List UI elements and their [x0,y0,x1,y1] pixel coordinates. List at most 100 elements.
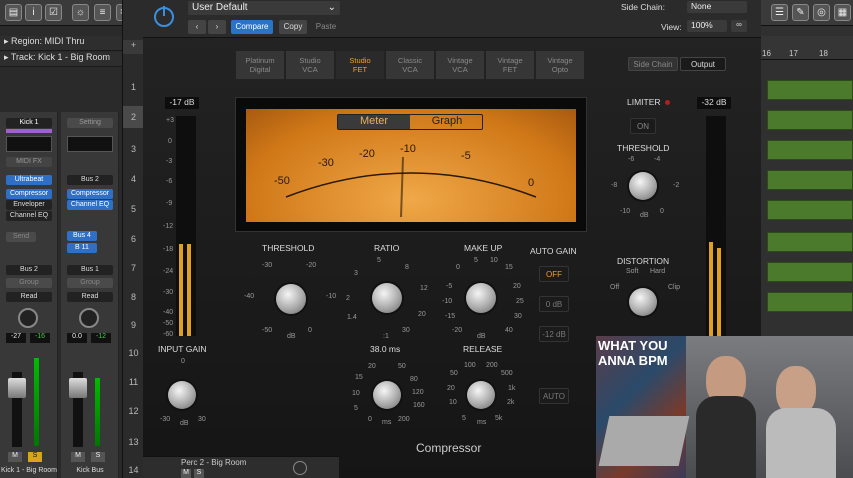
compare-button[interactable]: Compare [231,20,273,34]
threshold-knob[interactable] [276,284,306,314]
input-slot[interactable]: Bus 2 [67,175,113,185]
model-classic-vca[interactable]: Classic VCA [385,50,435,80]
automation-slot[interactable]: Read [67,292,113,302]
track-number[interactable]: 9 [123,320,144,330]
insert-compressor[interactable]: Compressor [67,189,113,199]
insert-channel-eq[interactable]: Channel EQ [67,200,113,210]
send-slot[interactable]: Send [6,232,36,242]
pan-knob[interactable] [79,308,99,328]
list-icon[interactable]: ☰ [771,4,788,21]
model-studio-fet[interactable]: Studio FET [335,50,385,80]
loop-browser-icon[interactable]: ◎ [813,4,830,21]
limiter-threshold-knob[interactable] [629,172,657,200]
region-block[interactable] [767,140,853,160]
power-icon[interactable] [151,3,177,29]
model-vintage-fet[interactable]: Vintage FET [485,50,535,80]
region-block[interactable] [767,200,853,220]
track-row[interactable]: ▸ Track: Kick 1 - Big Room [0,52,122,67]
eq-thumbnail[interactable] [67,136,113,152]
strip-setting[interactable]: Setting [67,118,113,128]
paste-button[interactable]: Paste [311,20,341,34]
copy-button[interactable]: Copy [279,20,307,34]
plus-icon[interactable]: + [123,40,144,54]
auto-gain-minus12[interactable]: -12 dB [539,326,569,342]
insert-channel-eq[interactable]: Channel EQ [6,211,52,221]
track-number[interactable]: 8 [123,292,144,302]
link-icon[interactable]: ∞ [731,20,747,32]
pan-knob[interactable] [18,308,38,328]
output-meter [706,116,726,336]
auto-release-button[interactable]: AUTO [539,388,569,404]
side-chain-menu[interactable]: None [687,1,747,13]
track-number[interactable]: 14 [123,465,144,475]
track-number[interactable]: 7 [123,263,144,273]
input-gain-knob[interactable] [168,381,196,409]
notepad-icon[interactable]: ✎ [792,4,809,21]
strip-name[interactable]: Kick 1 [6,118,52,128]
makeup-knob[interactable] [466,283,496,313]
distortion-knob[interactable] [629,288,657,316]
limiter-on-button[interactable]: ON [630,118,656,134]
view-menu[interactable]: 100% [687,20,727,32]
eq-thumbnail[interactable] [6,136,52,152]
library-icon[interactable]: ▤ [5,4,22,21]
track-number[interactable]: 3 [123,144,144,154]
volume-fader[interactable] [8,378,26,398]
track-number[interactable]: 2 [123,106,144,128]
region-block[interactable] [767,110,853,130]
model-vintage-vca[interactable]: Vintage VCA [435,50,485,80]
inspector-icon[interactable]: ☑ [45,4,62,21]
preset-menu[interactable]: User Default ⌄ [188,1,340,15]
instrument-slot[interactable]: Ultrabeat [6,175,52,185]
track-number[interactable]: 5 [123,204,144,214]
bottom-solo-button[interactable]: S [194,469,204,478]
solo-button[interactable]: S [91,452,105,462]
solo-button[interactable]: S [28,452,42,462]
midi-fx-slot[interactable]: MIDI FX [6,157,52,167]
automation-slot[interactable]: Read [6,292,52,302]
send-bus-4[interactable]: Bus 4 [67,231,97,241]
bottom-mute-button[interactable]: M [181,469,191,478]
auto-gain-off[interactable]: OFF [539,266,569,282]
track-number[interactable]: 6 [123,234,144,244]
model-platinum-digital[interactable]: Platinum Digital [235,50,285,80]
send-b-11[interactable]: B 11 [67,243,97,253]
track-number[interactable]: 1 [123,82,144,92]
model-studio-vca[interactable]: Studio VCA [285,50,335,80]
ratio-knob[interactable] [372,283,402,313]
insert-compressor[interactable]: Compressor [6,189,52,199]
region-block[interactable] [767,170,853,190]
region-block[interactable] [767,292,853,312]
model-vintage-opto[interactable]: Vintage Opto [535,50,585,80]
ruler[interactable]: 16 17 18 [761,36,853,60]
volume-fader[interactable] [69,378,87,398]
track-number[interactable]: 4 [123,174,144,184]
region-block[interactable] [767,262,853,282]
track-number[interactable]: 12 [123,406,144,416]
attack-knob[interactable] [373,381,401,409]
info-icon[interactable]: i [25,4,42,21]
insert-enveloper[interactable]: Enveloper [6,200,52,210]
eq-icon[interactable]: ☼ [72,4,89,21]
group-slot[interactable]: Group [67,278,113,288]
track-number[interactable]: 13 [123,437,144,447]
track-number[interactable]: 11 [123,377,144,387]
prev-preset-button[interactable]: ‹ [188,20,206,34]
output-button[interactable]: Output [680,57,726,71]
region-row[interactable]: ▸ Region: MIDI Thru [0,36,122,51]
next-preset-button[interactable]: › [208,20,226,34]
region-block[interactable] [767,232,853,252]
side-chain-button[interactable]: Side Chain [628,57,678,71]
region-block[interactable] [767,80,853,100]
output-slot[interactable]: Bus 2 [6,265,52,275]
release-knob[interactable] [467,381,495,409]
settings-icon[interactable]: ≡ [94,4,111,21]
track-number[interactable]: 10 [123,348,144,358]
group-slot[interactable]: Group [6,278,52,288]
bottom-pan-knob[interactable] [293,461,307,475]
mute-button[interactable]: M [8,452,22,462]
mute-button[interactable]: M [71,452,85,462]
browser-icon[interactable]: ▦ [834,4,851,21]
output-slot[interactable]: Bus 1 [67,265,113,275]
auto-gain-0db[interactable]: 0 dB [539,296,569,312]
